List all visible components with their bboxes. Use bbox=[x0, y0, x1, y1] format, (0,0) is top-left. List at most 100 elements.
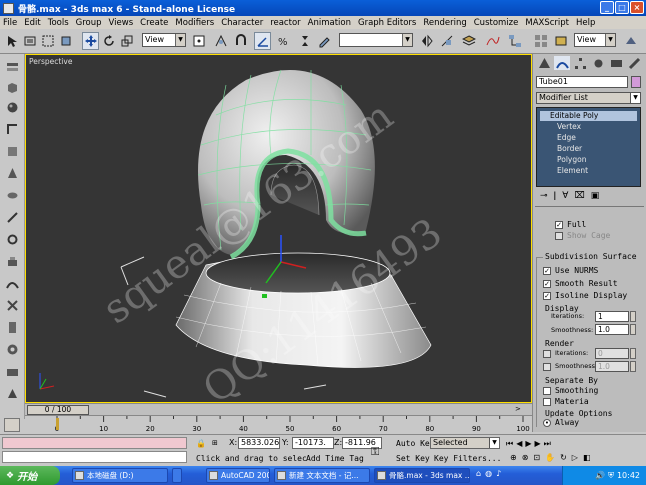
menu-character[interactable]: Character bbox=[221, 18, 263, 28]
maximize-button[interactable]: □ bbox=[615, 1, 629, 14]
spinner-snap-icon[interactable] bbox=[296, 32, 313, 50]
edit-named-selection-icon[interactable] bbox=[316, 32, 333, 50]
object-name-field[interactable]: Tube01 bbox=[536, 76, 628, 88]
render-tab-icon[interactable] bbox=[4, 386, 20, 400]
reference-coordinate-combo[interactable]: View ▼ bbox=[142, 33, 186, 47]
render-type-combo[interactable]: View ▼ bbox=[574, 33, 616, 47]
always-radio[interactable]: • bbox=[543, 419, 551, 427]
menu-group[interactable]: Group bbox=[76, 18, 102, 28]
snaps-toggle-icon[interactable] bbox=[232, 32, 249, 50]
angle-snap-icon[interactable] bbox=[254, 32, 271, 50]
stack-item-element[interactable]: Element bbox=[557, 166, 588, 175]
next-frame-icon[interactable]: ▶ bbox=[535, 439, 541, 449]
select-by-name-icon[interactable] bbox=[21, 32, 38, 50]
media-icon[interactable]: ♪ bbox=[496, 469, 501, 482]
make-unique-icon[interactable]: ∀ bbox=[562, 191, 568, 205]
object-color-swatch[interactable] bbox=[631, 76, 641, 88]
x-coord-field[interactable]: 5833.026 bbox=[238, 437, 280, 449]
menu-graph-editors[interactable]: Graph Editors bbox=[358, 18, 416, 28]
auto-key-button[interactable]: Auto Key bbox=[396, 439, 435, 448]
min-max-toggle-icon[interactable]: ◧ bbox=[583, 453, 591, 462]
compounds-icon[interactable] bbox=[4, 144, 20, 158]
remove-modifier-icon[interactable]: ⌧ bbox=[574, 191, 584, 205]
stack-item-vertex[interactable]: Vertex bbox=[557, 122, 581, 131]
menu-tools[interactable]: Tools bbox=[48, 18, 69, 28]
render-iterations-spinner[interactable]: 0 bbox=[595, 348, 629, 359]
menu-edit[interactable]: Edit bbox=[24, 18, 40, 28]
material-editor-icon[interactable] bbox=[532, 32, 549, 50]
display-smoothness-spinner[interactable]: 1.0 bbox=[595, 324, 629, 335]
key-mode-combo[interactable]: Selected ▼ bbox=[430, 437, 500, 449]
materials-checkbox[interactable] bbox=[543, 398, 551, 406]
materials-icon[interactable] bbox=[4, 320, 20, 334]
stack-item-border[interactable]: Border bbox=[557, 144, 582, 153]
track-bar[interactable]: 0102030405060708090100 bbox=[25, 415, 532, 434]
key-icon[interactable]: ⚿ bbox=[371, 445, 379, 459]
modify-tab-icon[interactable] bbox=[554, 56, 570, 70]
render-iterations-checkbox[interactable] bbox=[543, 350, 551, 358]
time-slider-thumb[interactable]: 0 / 100 bbox=[27, 405, 89, 415]
helpers-icon[interactable] bbox=[4, 210, 20, 224]
curve-editor-icon[interactable] bbox=[484, 32, 501, 50]
render-scene-icon[interactable] bbox=[552, 32, 569, 50]
perspective-viewport[interactable]: Perspective squeal@163.com QQ:11416493 bbox=[25, 54, 532, 403]
sphere-icon[interactable] bbox=[4, 100, 20, 114]
zoom-extents-icon[interactable]: ⊡ bbox=[533, 453, 540, 462]
mini-curve-editor-icon[interactable] bbox=[4, 418, 20, 432]
select-and-move-icon[interactable] bbox=[82, 32, 99, 50]
play-icon[interactable]: ▶ bbox=[525, 439, 531, 449]
full-checkbox[interactable]: ✓ bbox=[555, 221, 563, 229]
taskbar-item-local-disk[interactable]: 本地磁盘 (D:) bbox=[72, 468, 168, 483]
smoothing-checkbox[interactable] bbox=[543, 387, 551, 395]
percent-snap-icon[interactable]: % bbox=[274, 32, 291, 50]
taskbar-item-autocad[interactable]: AutoCAD 2004 - [E:\... bbox=[206, 468, 270, 483]
globe-icon[interactable]: ◍ bbox=[485, 469, 492, 482]
lights-icon[interactable] bbox=[4, 166, 20, 180]
stack-item-polygon[interactable]: Polygon bbox=[557, 155, 586, 164]
mirror-icon[interactable] bbox=[418, 32, 435, 50]
taskbar-item-blank[interactable] bbox=[172, 468, 182, 483]
start-button[interactable]: ❖ 开始 bbox=[0, 466, 60, 485]
zoom-all-icon[interactable]: ⊗ bbox=[522, 453, 529, 462]
display-tab-icon[interactable] bbox=[608, 56, 624, 70]
select-and-manipulate-icon[interactable] bbox=[212, 32, 229, 50]
quick-render-icon[interactable] bbox=[622, 32, 639, 50]
stack-item-editable-poly[interactable]: Editable Poly bbox=[540, 111, 637, 121]
menu-customize[interactable]: Customize bbox=[474, 18, 519, 28]
schematic-view-icon[interactable] bbox=[506, 32, 523, 50]
smooth-result-checkbox[interactable]: ✓ bbox=[543, 280, 551, 288]
menu-reactor[interactable]: reactor bbox=[270, 18, 300, 28]
render-smoothness-checkbox[interactable] bbox=[543, 363, 551, 371]
menu-file[interactable]: File bbox=[3, 18, 17, 28]
key-filters-button[interactable]: Key Filters... bbox=[434, 454, 501, 463]
motion-tab-icon[interactable] bbox=[590, 56, 606, 70]
menu-help[interactable]: Help bbox=[576, 18, 595, 28]
use-nurms-checkbox[interactable]: ✓ bbox=[543, 267, 551, 275]
menu-modifiers[interactable]: Modifiers bbox=[175, 18, 214, 28]
shapes-icon[interactable] bbox=[4, 122, 20, 136]
maxscript-listener[interactable] bbox=[2, 437, 187, 449]
spinner-arrows-icon[interactable] bbox=[630, 361, 636, 372]
hierarchy-tab-icon[interactable] bbox=[572, 56, 588, 70]
security-icon[interactable]: ⛨ bbox=[608, 471, 614, 481]
spinner-arrows-icon[interactable] bbox=[630, 324, 636, 335]
layer-manager-icon[interactable] bbox=[460, 32, 477, 50]
menu-animation[interactable]: Animation bbox=[308, 18, 351, 28]
volume-icon[interactable]: 🔊 bbox=[595, 471, 605, 480]
maxscript-mini-listener[interactable] bbox=[2, 451, 187, 463]
minimize-button[interactable]: _ bbox=[600, 1, 614, 14]
zoom-icon[interactable]: ⊕ bbox=[510, 453, 517, 462]
taskbar-item-notepad[interactable]: 新建 文本文档 - 记... bbox=[274, 468, 370, 483]
y-coord-field[interactable]: -10173. bbox=[292, 437, 334, 449]
show-cage-checkbox[interactable] bbox=[555, 232, 563, 240]
layers-icon[interactable] bbox=[4, 60, 20, 74]
menu-maxscript[interactable]: MAXScript bbox=[525, 18, 569, 28]
spinner-arrows-icon[interactable] bbox=[630, 311, 636, 322]
pan-icon[interactable]: ✋ bbox=[545, 453, 555, 462]
pin-stack-icon[interactable]: ⊸ bbox=[540, 191, 548, 205]
add-time-tag-button[interactable]: Add Time Tag bbox=[306, 454, 364, 463]
create-tab-icon[interactable] bbox=[536, 56, 552, 70]
configure-sets-icon[interactable]: ▣ bbox=[591, 191, 600, 205]
close-button[interactable]: × bbox=[630, 1, 644, 14]
show-end-result-icon[interactable]: ǀ bbox=[554, 191, 557, 205]
